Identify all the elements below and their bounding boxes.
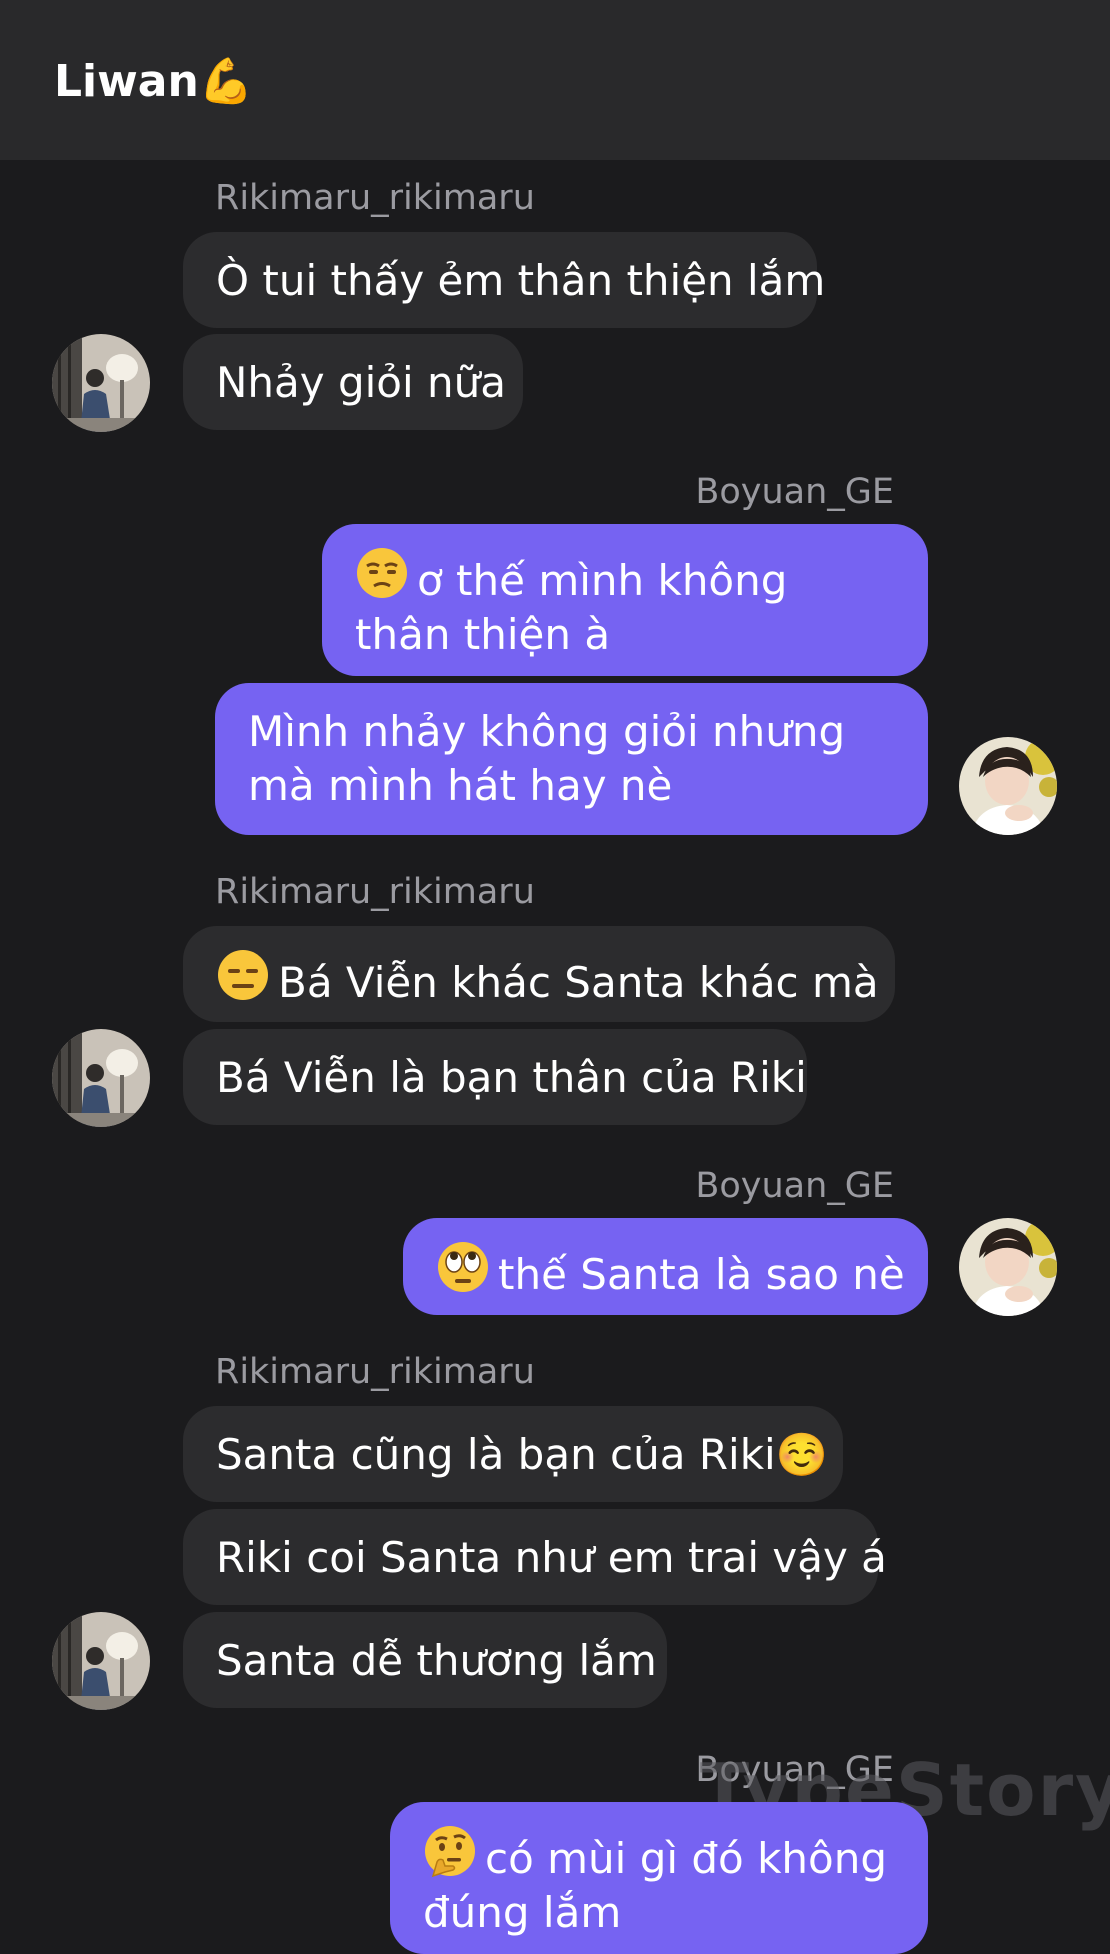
sender-name: Boyuan_GE [695,1166,894,1206]
message-bubble-outgoing[interactable]: Mình nhảy không giỏi nhưng mà mình hát h… [215,683,928,835]
sender-name: Rikimaru_rikimaru [215,178,535,218]
message-text: Bá Viễn khác Santa khác mà [278,958,879,1007]
avatar-photo-rikimaru [52,1029,150,1127]
message-bubble-outgoing[interactable]: có mùi gì đó không đúng lắm [390,1802,928,1954]
sender-name: Rikimaru_rikimaru [215,872,535,912]
message-bubble-incoming[interactable]: Riki coi Santa như em trai vậy á [183,1509,887,1605]
message-bubble-outgoing[interactable]: ơ thế mình không thân thiện à [322,524,928,676]
message-bubble-incoming[interactable]: Ò tui thấy ẻm thân thiện lắm [183,232,825,328]
message-bubble-incoming[interactable]: Bá Viễn là bạn thân của Riki [183,1029,807,1125]
avatar-photo-boyuan [959,1218,1057,1316]
message-text: Santa dễ thương lắm [216,1636,657,1685]
avatar-photo-rikimaru [52,1612,150,1710]
message-text: Riki coi Santa như em trai vậy á [216,1533,887,1582]
unamused-face-icon [355,546,409,600]
message-bubble-incoming[interactable]: Santa cũng là bạn của Riki☺️ [183,1406,843,1502]
message-text: thế Santa là sao nè [498,1250,905,1299]
message-bubble-incoming[interactable]: Nhảy giỏi nữa [183,334,523,430]
avatar-boyuan[interactable] [959,1218,1057,1316]
avatar-rikimaru[interactable] [52,334,150,432]
avatar-boyuan[interactable] [959,737,1057,835]
thinking-face-icon [423,1824,477,1878]
avatar-photo-boyuan [959,737,1057,835]
message-text: Mình nhảy không giỏi nhưng mà mình hát h… [248,707,846,810]
expressionless-face-icon [216,948,270,1002]
chat-title[interactable]: Liwan💪 [54,54,254,110]
sender-name: Boyuan_GE [695,472,894,512]
message-text: Santa cũng là bạn của Riki☺️ [216,1430,828,1479]
message-bubble-incoming[interactable]: Bá Viễn khác Santa khác mà [183,926,895,1022]
message-bubble-outgoing[interactable]: thế Santa là sao nè [403,1218,928,1315]
message-text: Nhảy giỏi nữa [216,358,507,407]
message-text: ơ thế mình không thân thiện à [355,556,788,659]
avatar-rikimaru[interactable] [52,1612,150,1710]
avatar-photo-rikimaru [52,334,150,432]
message-text: có mùi gì đó không đúng lắm [423,1834,887,1937]
message-text: Ò tui thấy ẻm thân thiện lắm [216,256,826,305]
eye-roll-face-icon [436,1240,490,1294]
sender-name: Rikimaru_rikimaru [215,1352,535,1392]
chat-header: Liwan💪 [0,0,1110,160]
message-bubble-incoming[interactable]: Santa dễ thương lắm [183,1612,667,1708]
avatar-rikimaru[interactable] [52,1029,150,1127]
message-text: Bá Viễn là bạn thân của Riki [216,1053,807,1102]
